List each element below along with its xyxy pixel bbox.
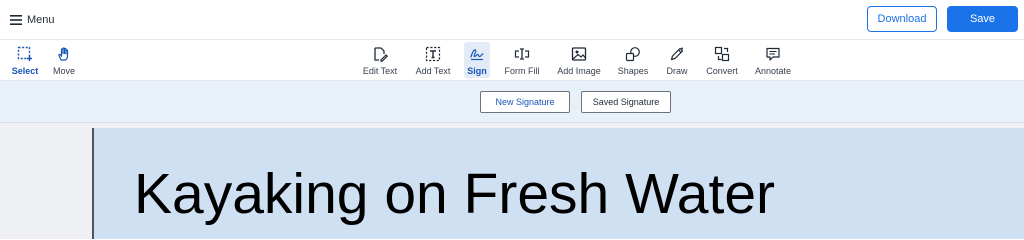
form-fill-icon [513, 45, 531, 63]
tool-shapes-label: Shapes [617, 66, 649, 76]
signature-options-bar: New Signature Saved Signature [0, 81, 1024, 123]
tool-draw-label: Draw [666, 66, 688, 76]
tool-annotate[interactable]: Annotate [752, 42, 794, 78]
tool-select[interactable]: Select [9, 42, 41, 78]
tool-edit-text-label: Edit Text [362, 66, 398, 76]
tool-move[interactable]: Move [48, 42, 80, 78]
tool-sign[interactable]: Sign [464, 42, 490, 78]
menu-button[interactable]: Menu [10, 11, 55, 29]
tool-add-text-label: Add Text [415, 66, 451, 76]
tool-annotate-label: Annotate [754, 66, 792, 76]
tool-bar: Select Move Edit Text Add Text Sign Form… [0, 40, 1024, 81]
tool-add-text[interactable]: Add Text [413, 42, 453, 78]
document-page[interactable]: Kayaking on Fresh Water [94, 128, 1024, 239]
comment-icon [764, 45, 782, 63]
tool-draw[interactable]: Draw [662, 42, 692, 78]
signature-icon [468, 45, 486, 63]
select-marquee-icon [16, 45, 34, 63]
save-button[interactable]: Save [947, 6, 1018, 32]
image-icon [570, 45, 588, 63]
tool-convert-label: Convert [706, 66, 738, 76]
new-signature-button[interactable]: New Signature [480, 91, 570, 113]
tool-form-fill-label: Form Fill [504, 66, 540, 76]
edit-text-icon [371, 45, 389, 63]
tool-select-label: Select [11, 66, 39, 76]
tool-add-image[interactable]: Add Image [556, 42, 602, 78]
saved-signature-button[interactable]: Saved Signature [581, 91, 671, 113]
hand-icon [55, 45, 73, 63]
download-button[interactable]: Download [867, 6, 937, 32]
tool-sign-label: Sign [467, 66, 487, 76]
tool-move-label: Move [52, 66, 75, 76]
hamburger-icon [10, 15, 22, 25]
tool-edit-text[interactable]: Edit Text [360, 42, 400, 78]
document-title-text[interactable]: Kayaking on Fresh Water [134, 166, 775, 223]
pencil-icon [668, 45, 686, 63]
menu-label: Menu [27, 14, 55, 26]
add-text-icon [424, 45, 442, 63]
tool-add-image-label: Add Image [557, 66, 601, 76]
tool-form-fill[interactable]: Form Fill [502, 42, 542, 78]
top-bar: Menu Download Save [0, 0, 1024, 40]
convert-icon [713, 45, 731, 63]
tool-shapes[interactable]: Shapes [616, 42, 650, 78]
tool-convert[interactable]: Convert [702, 42, 742, 78]
shapes-icon [624, 45, 642, 63]
